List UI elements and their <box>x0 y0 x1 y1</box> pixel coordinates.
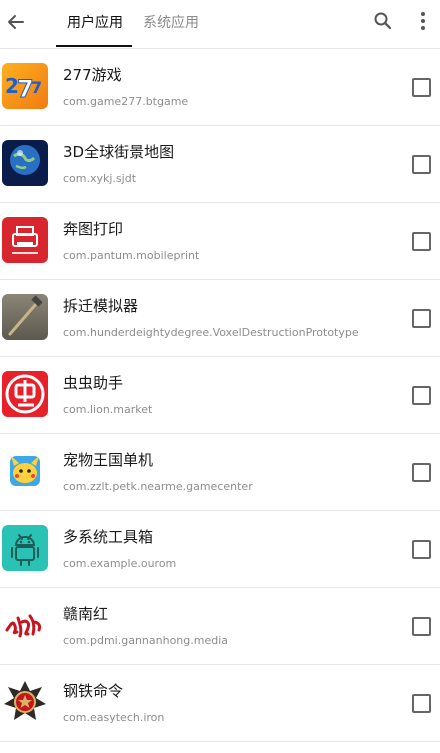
app-package: com.pdmi.gannanhong.media <box>63 634 229 647</box>
app-list: 2 7 7 277游戏 com.game277.btgame 3D全球街景地图 … <box>0 49 440 742</box>
app-row[interactable]: 拆迁模拟器 com.hunderdeightydegree.VoxelDestr… <box>0 280 440 357</box>
app-row[interactable]: 宠物王国单机 com.zzlt.petk.nearme.gamecenter <box>0 434 440 511</box>
app-row[interactable]: 3D全球街景地图 com.xykj.sjdt <box>0 126 440 203</box>
app-name: 赣南红 <box>63 605 109 623</box>
more-vertical-icon <box>420 11 426 35</box>
printer-icon <box>2 217 48 263</box>
calligraphy-icon <box>2 602 48 648</box>
app-row[interactable]: 虫虫助手 com.lion.market <box>0 357 440 434</box>
app-name: 拆迁模拟器 <box>63 297 139 315</box>
select-checkbox[interactable] <box>412 232 431 251</box>
emblem-icon <box>2 679 48 725</box>
app-name: 多系统工具箱 <box>63 528 154 546</box>
select-checkbox[interactable] <box>412 78 431 97</box>
select-checkbox[interactable] <box>412 617 431 636</box>
app-package: com.lion.market <box>63 403 153 416</box>
app-row[interactable]: 多系统工具箱 com.example.ourom <box>0 511 440 588</box>
app-bar: 用户应用 系统应用 <box>0 0 440 49</box>
app-package: com.pantum.mobileprint <box>63 249 200 262</box>
app-row[interactable]: 赣南红 com.pdmi.gannanhong.media <box>0 588 440 665</box>
app-row[interactable]: 钢铁命令 com.easytech.iron <box>0 665 440 742</box>
game277-icon: 2 7 7 <box>2 63 48 109</box>
app-name: 3D全球街景地图 <box>63 143 175 161</box>
app-package: com.xykj.sjdt <box>63 172 137 185</box>
app-package: com.easytech.iron <box>63 711 165 724</box>
app-package: com.game277.btgame <box>63 95 189 108</box>
hammer-icon <box>2 294 48 340</box>
select-checkbox[interactable] <box>412 386 431 405</box>
more-options-button[interactable] <box>411 10 435 36</box>
app-row[interactable]: 奔图打印 com.pantum.mobileprint <box>0 203 440 280</box>
svg-text:7: 7 <box>31 78 42 97</box>
app-name: 钢铁命令 <box>63 682 124 700</box>
app-package: com.zzlt.petk.nearme.gamecenter <box>63 480 253 493</box>
select-checkbox[interactable] <box>412 540 431 559</box>
tab-user-apps[interactable]: 用户应用 <box>67 0 123 48</box>
select-checkbox[interactable] <box>412 694 431 713</box>
android-icon <box>2 525 48 571</box>
pet-icon <box>2 448 48 494</box>
app-name: 宠物王国单机 <box>63 451 154 469</box>
app-name: 奔图打印 <box>63 220 124 238</box>
app-row[interactable]: 2 7 7 277游戏 com.game277.btgame <box>0 49 440 126</box>
app-package: com.example.ourom <box>63 557 177 570</box>
search-button[interactable] <box>370 10 396 36</box>
search-icon <box>373 11 393 35</box>
active-tab-indicator <box>56 45 132 47</box>
globe-icon <box>2 140 48 186</box>
arrow-left-icon <box>6 12 26 36</box>
select-checkbox[interactable] <box>412 463 431 482</box>
tab-system-apps[interactable]: 系统应用 <box>143 0 199 48</box>
back-button[interactable] <box>2 10 30 38</box>
app-package: com.hunderdeightydegree.VoxelDestruction… <box>63 326 359 339</box>
select-checkbox[interactable] <box>412 155 431 174</box>
app-name: 277游戏 <box>63 66 122 84</box>
app-name: 虫虫助手 <box>63 374 124 392</box>
bug-icon <box>2 371 48 417</box>
select-checkbox[interactable] <box>412 309 431 328</box>
